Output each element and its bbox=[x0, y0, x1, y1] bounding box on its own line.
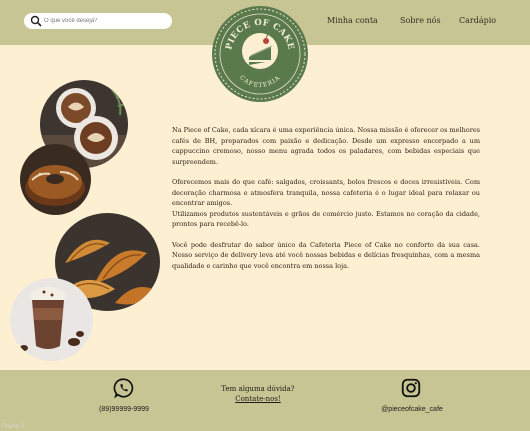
nav-menu[interactable]: Cardápio bbox=[459, 16, 496, 25]
offer-paragraph: Oferecemos mais do que café: salgados, c… bbox=[172, 178, 480, 207]
about-text: Na Piece of Cake, cada xícara é uma expe… bbox=[172, 125, 480, 271]
footer: (89)99999-9999 Tem alguma dúvida? Contat… bbox=[0, 370, 530, 431]
nav-my-account[interactable]: Minha conta bbox=[327, 16, 378, 25]
logo[interactable]: PIECE OF CAKE CAFETERIA bbox=[211, 5, 309, 103]
instagram-icon[interactable] bbox=[400, 377, 422, 399]
sustainability-paragraph: Utilizamos produtos sustentáveis e grãos… bbox=[172, 209, 480, 229]
iced-mocha-photo bbox=[10, 278, 93, 361]
delivery-paragraph: Você pode desfrutar do sabor único da Ca… bbox=[172, 240, 480, 270]
frame-label: Frame 2 bbox=[2, 424, 25, 430]
phone-number: (89)99999-9999 bbox=[99, 406, 149, 413]
search-input[interactable] bbox=[44, 14, 168, 28]
whatsapp-icon[interactable] bbox=[113, 377, 135, 399]
nav-about[interactable]: Sobre nós bbox=[400, 16, 441, 25]
search-icon[interactable] bbox=[30, 15, 42, 27]
question-text: Tem alguma dúvida? bbox=[221, 385, 295, 393]
intro-paragraph: Na Piece of Cake, cada xícara é uma expe… bbox=[172, 126, 480, 166]
bundt-cake-photo bbox=[20, 144, 91, 215]
contact-link[interactable]: Contate-nos! bbox=[208, 395, 308, 403]
logo-seal: PIECE OF CAKE CAFETERIA bbox=[212, 6, 308, 102]
instagram-handle[interactable]: @pieceofcake_cafe bbox=[366, 406, 458, 413]
search-bar[interactable] bbox=[24, 13, 172, 29]
